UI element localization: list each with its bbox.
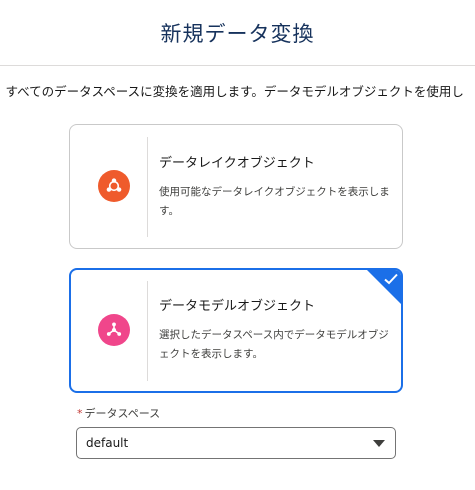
modal-description: 、すべてのデータスペースに変換を適用します。データモデルオブジェクトを使用し <box>0 84 464 99</box>
data-space-label: * データスペース <box>77 405 160 421</box>
data-lake-object-icon <box>98 170 130 202</box>
data-model-object-card[interactable]: データモデルオブジェクト 選択したデータスペース内でデータモデルオブジェクトを表… <box>69 268 403 393</box>
card-title: データモデルオブジェクト <box>159 299 316 314</box>
card-divider <box>147 137 148 237</box>
caret-down-icon <box>373 440 385 447</box>
required-marker: * <box>77 407 83 420</box>
header-divider <box>0 65 475 66</box>
data-space-label-text: データスペース <box>84 407 161 420</box>
modal-title: 新規データ変換 <box>160 22 315 46</box>
data-space-select-value: default <box>86 436 129 450</box>
card-description: 選択したデータスペース内でデータモデルオブジェクトを表示します。 <box>159 329 389 360</box>
card-title: データレイクオブジェクト <box>159 156 315 171</box>
new-data-transform-modal: 新規データ変換 、すべてのデータスペースに変換を適用します。データモデルオブジェ… <box>0 0 475 490</box>
data-model-object-icon <box>98 314 130 346</box>
data-space-select[interactable]: default <box>76 427 396 459</box>
checkmark-icon <box>384 273 398 285</box>
data-lake-object-card[interactable]: データレイクオブジェクト 使用可能なデータレイクオブジェクトを表示します。 <box>69 124 403 249</box>
card-divider <box>147 281 148 381</box>
card-description: 使用可能なデータレイクオブジェクトを表示します。 <box>159 186 390 217</box>
